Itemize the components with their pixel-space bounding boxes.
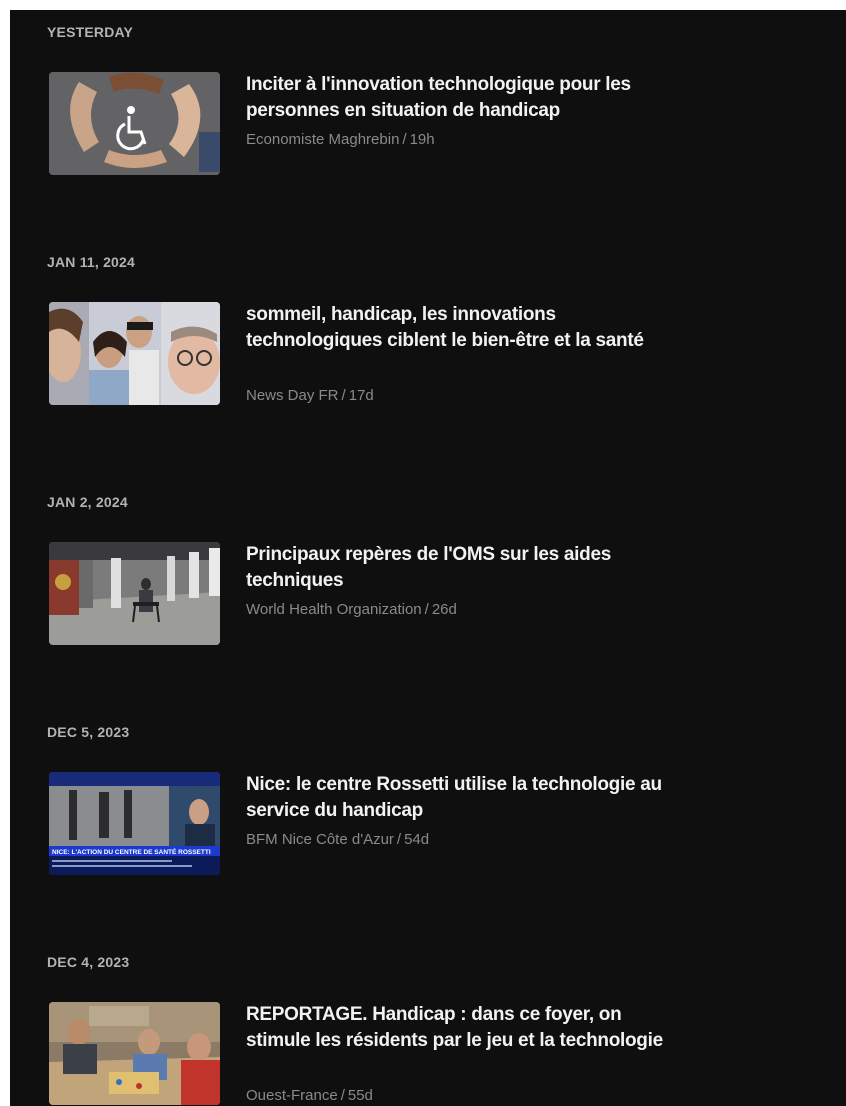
article-age: 19h xyxy=(409,131,435,148)
date-header: JAN 11, 2024 xyxy=(47,254,136,270)
news-feed-panel: YESTERDAY Inciter à l'innovation technol… xyxy=(10,10,846,1106)
meta-separator: / xyxy=(424,601,429,618)
date-header: JAN 2, 2024 xyxy=(47,494,128,510)
article-source: Ouest-France xyxy=(246,1087,338,1104)
article-thumbnail[interactable] xyxy=(49,1002,220,1105)
tv-caption: NICE: L'ACTION DU CENTRE DE SANTÉ ROSSET… xyxy=(52,847,211,856)
article-thumbnail[interactable]: NICE: L'ACTION DU CENTRE DE SANTÉ ROSSET… xyxy=(49,772,220,875)
article-thumbnail[interactable] xyxy=(49,302,220,405)
article-source: World Health Organization xyxy=(246,601,422,618)
article-item[interactable]: Inciter à l'innovation technologique pou… xyxy=(49,72,669,176)
article-title[interactable]: Inciter à l'innovation technologique pou… xyxy=(246,72,666,124)
article-meta: Economiste Maghrebin/19h xyxy=(246,131,435,148)
article-source: Economiste Maghrebin xyxy=(246,131,400,148)
article-meta: BFM Nice Côte d'Azur/54d xyxy=(246,831,429,848)
hands-wheelchair-icon xyxy=(49,72,220,175)
article-age: 26d xyxy=(431,601,457,618)
article-meta: News Day FR/17d xyxy=(246,387,374,404)
meta-separator: / xyxy=(396,831,402,848)
article-item[interactable]: REPORTAGE. Handicap : dans ce foyer, on … xyxy=(49,1002,669,1106)
article-thumbnail[interactable] xyxy=(49,542,220,645)
tv-broadcast-photo: NICE: L'ACTION DU CENTRE DE SANTÉ ROSSET… xyxy=(49,772,220,875)
article-title[interactable]: Nice: le centre Rossetti utilise la tech… xyxy=(246,772,666,824)
article-age: 17d xyxy=(348,387,374,404)
meta-separator: / xyxy=(340,1087,345,1104)
article-meta: World Health Organization/26d xyxy=(246,601,457,618)
article-age: 55d xyxy=(347,1087,373,1104)
meta-separator: / xyxy=(341,387,346,404)
date-header: YESTERDAY xyxy=(47,24,134,40)
article-title[interactable]: REPORTAGE. Handicap : dans ce foyer, on … xyxy=(246,1002,666,1054)
article-source: BFM Nice Côte d'Azur xyxy=(246,831,394,848)
people-faces-photo xyxy=(49,302,220,405)
board-game-photo xyxy=(49,1002,220,1105)
article-thumbnail[interactable] xyxy=(49,72,220,175)
article-meta: Ouest-France/55d xyxy=(246,1087,373,1104)
article-item[interactable]: NICE: L'ACTION DU CENTRE DE SANTÉ ROSSET… xyxy=(49,772,669,876)
walker-street-photo xyxy=(49,542,220,645)
date-header: DEC 4, 2023 xyxy=(47,954,130,970)
article-item[interactable]: Principaux repères de l'OMS sur les aide… xyxy=(49,542,669,646)
article-item[interactable]: sommeil, handicap, les innovations techn… xyxy=(49,302,669,406)
date-header: DEC 5, 2023 xyxy=(47,724,130,740)
article-age: 54d xyxy=(404,831,430,848)
article-source: News Day FR xyxy=(246,387,339,404)
article-title[interactable]: sommeil, handicap, les innovations techn… xyxy=(246,302,666,354)
article-title[interactable]: Principaux repères de l'OMS sur les aide… xyxy=(246,542,666,594)
meta-separator: / xyxy=(402,131,407,148)
